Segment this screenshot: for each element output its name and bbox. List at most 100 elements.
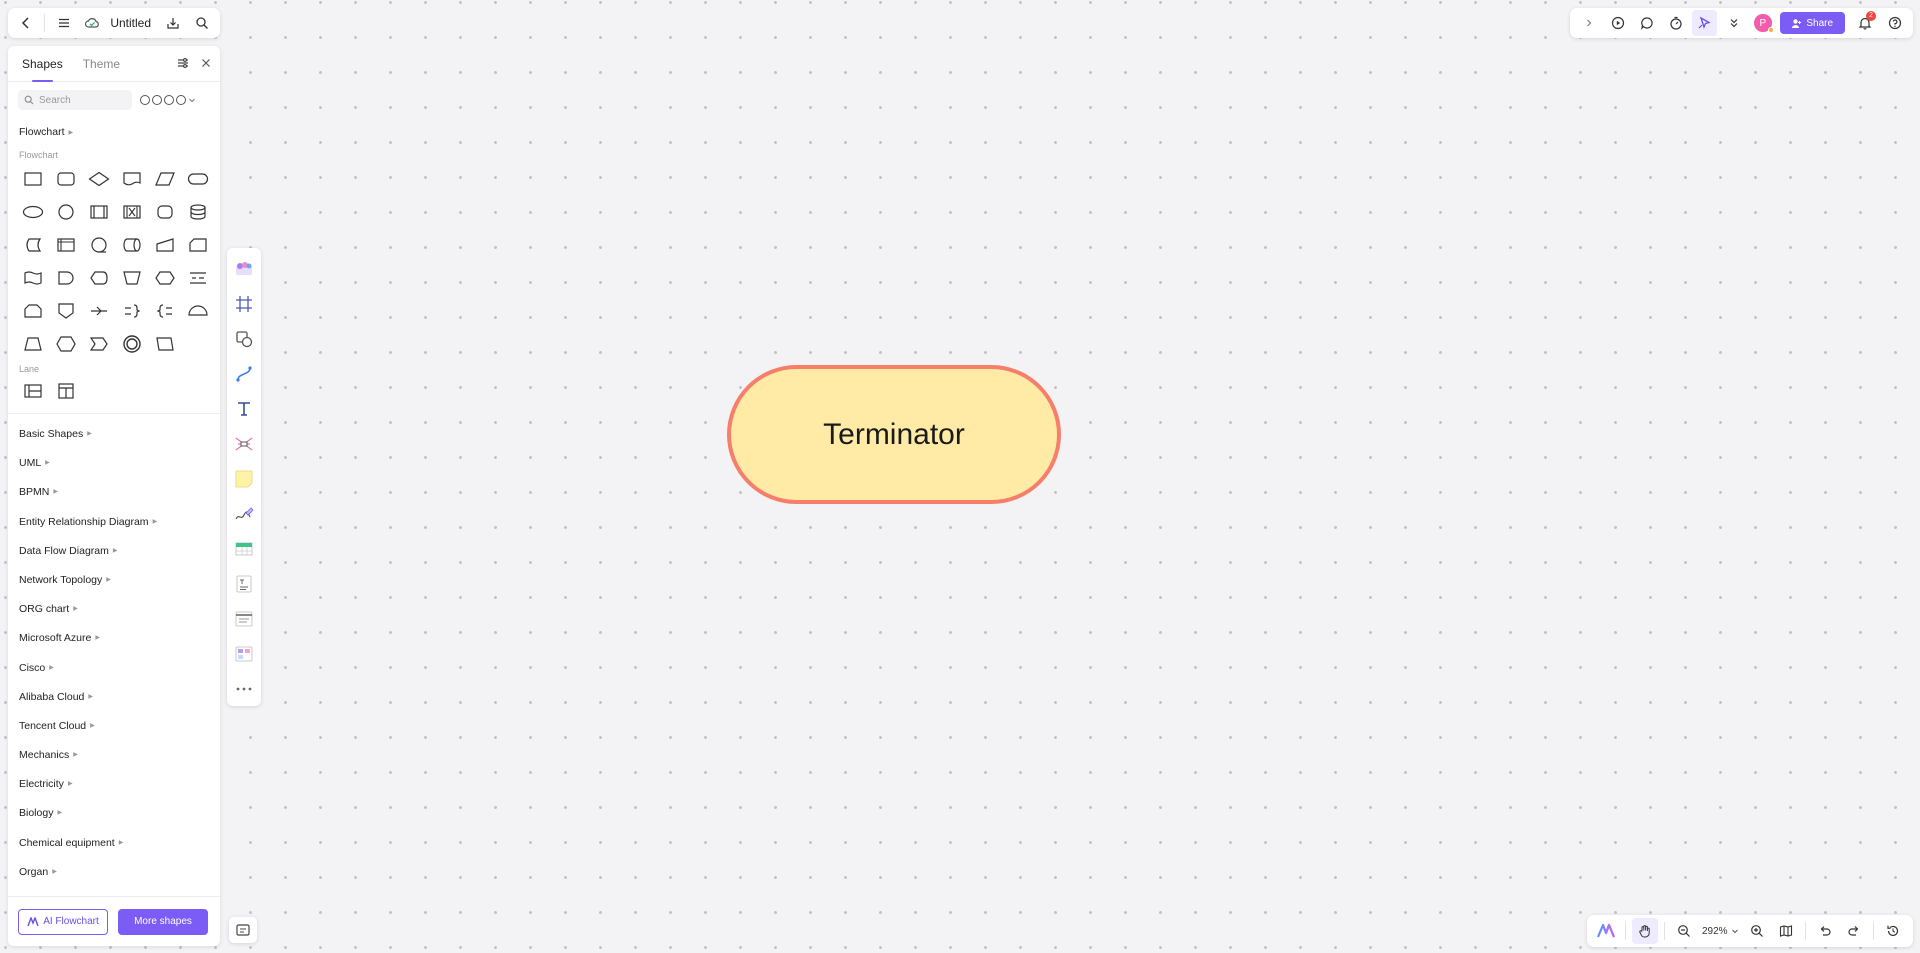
user-avatar[interactable]: P xyxy=(1754,14,1774,33)
tab-shapes[interactable]: Shapes xyxy=(22,46,63,82)
search-button[interactable] xyxy=(190,10,214,36)
search-input[interactable] xyxy=(39,94,123,106)
rounded-square-shape[interactable] xyxy=(148,195,181,228)
category-bpmn[interactable]: BPMN ▶ xyxy=(8,478,220,507)
history-button[interactable] xyxy=(1880,918,1906,944)
menu-button[interactable] xyxy=(51,10,75,36)
process-shape[interactable] xyxy=(16,162,49,195)
stored-data-shape[interactable] xyxy=(16,228,49,261)
double-circle-shape[interactable] xyxy=(115,327,148,360)
close-icon[interactable] xyxy=(200,57,212,69)
shape-tool[interactable] xyxy=(230,322,258,357)
loop-limit-shape[interactable] xyxy=(16,294,49,327)
manage-libraries-icon[interactable] xyxy=(176,56,190,70)
trapezoid-shape[interactable] xyxy=(16,327,49,360)
vertical-lane-shape[interactable] xyxy=(49,374,82,407)
connector-tool[interactable] xyxy=(230,357,258,392)
document-title[interactable]: Untitled xyxy=(110,16,151,30)
zoom-out-button[interactable] xyxy=(1671,918,1697,944)
parallel-mode-shape[interactable] xyxy=(115,195,148,228)
database-shape[interactable] xyxy=(181,195,214,228)
redo-button[interactable] xyxy=(1841,918,1867,944)
display-shape[interactable] xyxy=(82,261,115,294)
table-tool[interactable] xyxy=(230,531,258,566)
internal-storage-shape[interactable] xyxy=(49,228,82,261)
terminator-text[interactable]: Terminator xyxy=(823,418,965,452)
card-shape[interactable] xyxy=(181,228,214,261)
category-network-topology[interactable]: Network Topology ▶ xyxy=(8,566,220,595)
more-shapes-button[interactable]: More shapes xyxy=(118,908,208,935)
annotation-lines-shape[interactable] xyxy=(181,261,214,294)
brace-left-shape[interactable] xyxy=(148,294,181,327)
canvas-terminator-shape[interactable]: Terminator xyxy=(727,365,1061,504)
zoom-in-button[interactable] xyxy=(1744,918,1770,944)
alternate-process-shape[interactable] xyxy=(49,162,82,195)
list-tool[interactable] xyxy=(230,601,258,636)
decision-shape[interactable] xyxy=(82,162,115,195)
share-button[interactable]: Share xyxy=(1779,12,1845,34)
document-shape[interactable] xyxy=(115,162,148,195)
hand-tool-button[interactable] xyxy=(1632,918,1658,944)
text-card-tool[interactable] xyxy=(230,566,258,601)
half-circle-shape[interactable] xyxy=(181,294,214,327)
category-erd[interactable]: Entity Relationship Diagram ▶ xyxy=(8,508,220,537)
category-organ[interactable]: Organ ▶ xyxy=(8,858,220,887)
notifications-button[interactable]: 2 xyxy=(1853,10,1878,36)
present-button[interactable] xyxy=(1605,10,1630,36)
category-mechanics[interactable]: Mechanics ▶ xyxy=(8,741,220,770)
paper-tape-shape[interactable] xyxy=(16,261,49,294)
brace-right-shape[interactable] xyxy=(115,294,148,327)
mind-map-tool[interactable] xyxy=(230,427,258,462)
laser-pointer-button[interactable] xyxy=(1692,10,1718,36)
collapse-toolbar-button[interactable] xyxy=(1576,10,1601,36)
zoom-level-dropdown[interactable]: 292% xyxy=(1700,926,1741,937)
comment-button[interactable] xyxy=(1634,10,1659,36)
kanban-tool[interactable] xyxy=(230,636,258,671)
frame-tool[interactable] xyxy=(230,287,258,322)
ai-flowchart-button[interactable]: AI Flowchart xyxy=(18,908,108,935)
ellipse-shape[interactable] xyxy=(16,195,49,228)
category-tencent-cloud[interactable]: Tencent Cloud ▶ xyxy=(8,712,220,741)
sticky-note-tool[interactable] xyxy=(230,462,258,497)
category-org-chart[interactable]: ORG chart ▶ xyxy=(8,595,220,624)
merge-arrow-shape[interactable] xyxy=(82,294,115,327)
text-tool[interactable] xyxy=(230,392,258,427)
connector-shape[interactable] xyxy=(49,195,82,228)
category-cisco[interactable]: Cisco ▶ xyxy=(8,654,220,683)
cloud-status[interactable] xyxy=(80,10,104,36)
sequential-access-shape[interactable] xyxy=(82,228,115,261)
minimap-toggle-button[interactable] xyxy=(229,917,257,943)
preparation-shape[interactable] xyxy=(148,261,181,294)
shape-style-selector[interactable] xyxy=(140,95,196,105)
category-data-flow[interactable]: Data Flow Diagram ▶ xyxy=(8,537,220,566)
template-tool[interactable] xyxy=(230,252,258,287)
delay-shape[interactable] xyxy=(49,261,82,294)
direct-data-shape[interactable] xyxy=(115,228,148,261)
category-chemical-equipment[interactable]: Chemical equipment ▶ xyxy=(8,829,220,858)
category-alibaba-cloud[interactable]: Alibaba Cloud ▶ xyxy=(8,683,220,712)
tab-theme[interactable]: Theme xyxy=(83,46,120,82)
category-microsoft-azure[interactable]: Microsoft Azure ▶ xyxy=(8,624,220,653)
manual-input-shape[interactable] xyxy=(148,228,181,261)
terminator-shape[interactable] xyxy=(181,162,214,195)
help-button[interactable] xyxy=(1882,10,1907,36)
timer-button[interactable] xyxy=(1663,10,1688,36)
step-shape[interactable] xyxy=(82,327,115,360)
hexagon-shape[interactable] xyxy=(49,327,82,360)
download-button[interactable] xyxy=(161,10,185,36)
undo-button[interactable] xyxy=(1812,918,1838,944)
more-tools-button[interactable] xyxy=(230,671,258,706)
data-shape[interactable] xyxy=(148,162,181,195)
ai-assistant-button[interactable] xyxy=(1593,918,1619,944)
category-basic-shapes[interactable]: Basic Shapes ▶ xyxy=(8,420,220,449)
horizontal-lane-shape[interactable] xyxy=(16,374,49,407)
more-options-button[interactable] xyxy=(1721,10,1746,36)
slanted-rectangle-shape[interactable] xyxy=(148,327,181,360)
back-button[interactable] xyxy=(14,10,38,36)
category-biology[interactable]: Biology ▶ xyxy=(8,799,220,828)
category-electricity[interactable]: Electricity ▶ xyxy=(8,770,220,799)
manual-operation-shape[interactable] xyxy=(115,261,148,294)
pen-tool[interactable] xyxy=(230,496,258,531)
library-selector[interactable]: Flowchart ▶ xyxy=(8,110,220,138)
off-page-connector-shape[interactable] xyxy=(49,294,82,327)
